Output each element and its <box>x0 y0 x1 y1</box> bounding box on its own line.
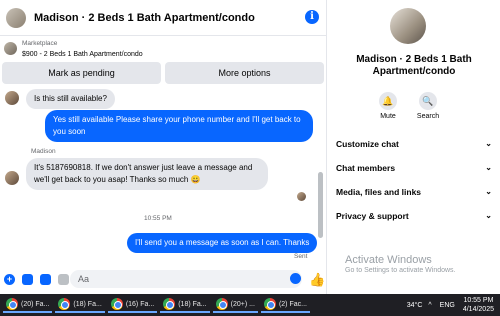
listing-price: $900 - 2 Beds 1 Bath Apartment/condo <box>22 51 143 58</box>
taskbar-app[interactable]: (16) Fa... <box>107 297 158 313</box>
taskbar-app-label: (16) Fa... <box>125 300 155 308</box>
search-action[interactable]: 🔍 Search <box>408 92 448 120</box>
taskbar-app[interactable]: (20+) ... <box>212 297 258 313</box>
mute-label: Mute <box>380 113 396 120</box>
taskbar-app[interactable]: (18) Fa... <box>160 297 210 313</box>
language-indicator[interactable]: ENG <box>440 302 455 309</box>
taskbar-app-label: (2) Fac... <box>278 300 307 308</box>
mute-action[interactable]: 🔔 Mute <box>368 92 408 120</box>
chevron-up-icon[interactable]: ^ <box>428 302 431 309</box>
read-receipt-avatar <box>297 192 306 201</box>
chat-panel: Madison · 2 Beds 1 Bath Apartment/condo … <box>0 0 327 294</box>
outgoing-message: Yes still available Please share your ph… <box>45 110 313 142</box>
search-icon: 🔍 <box>419 92 437 110</box>
taskbar-app-label: (20+) ... <box>230 300 255 308</box>
chat-title[interactable]: Madison · 2 Beds 1 Bath Apartment/condo <box>34 12 255 24</box>
chrome-icon <box>110 298 123 310</box>
marketplace-label: Marketplace <box>22 40 58 47</box>
system-tray: 34°C ^ ENG 10:55 PM 4/14/2025 <box>407 294 500 316</box>
windows-taskbar: (20) Fa... (18) Fa... (16) Fa... (18) Fa… <box>0 294 500 316</box>
clock[interactable]: 10:55 PM 4/14/2025 <box>463 296 494 314</box>
taskbar-app[interactable]: (20) Fa... <box>3 297 53 313</box>
listing-thumbnail <box>4 42 17 55</box>
media-files-links-row[interactable]: Media, files and links ⌄ <box>336 185 496 199</box>
chat-header: Madison · 2 Beds 1 Bath Apartment/condo … <box>0 0 327 36</box>
listing-photo <box>390 8 426 44</box>
chevron-down-icon: ⌄ <box>485 139 492 148</box>
taskbar-app-label: (18) Fa... <box>178 300 207 308</box>
row-label: Customize chat <box>336 139 399 149</box>
customize-chat-row[interactable]: Customize chat ⌄ <box>336 137 496 151</box>
plus-icon[interactable]: + <box>4 273 15 285</box>
chevron-down-icon: ⌄ <box>485 163 492 172</box>
row-label: Privacy & support <box>336 211 409 221</box>
sender-avatar <box>5 171 19 185</box>
sticker-icon[interactable] <box>40 273 51 285</box>
marketplace-listing[interactable]: Marketplace $900 - 2 Beds 1 Bath Apartme… <box>0 36 327 62</box>
composer: + Aa 👍 <box>0 266 327 292</box>
chrome-icon <box>215 298 228 310</box>
outgoing-message: I'll send you a message as soon as I can… <box>127 233 318 253</box>
incoming-message: It's 5187690818. If we don't answer just… <box>26 158 268 190</box>
weather-temp[interactable]: 34°C <box>407 302 423 309</box>
gif-icon[interactable] <box>58 273 69 285</box>
details-sidebar: Madison · 2 Beds 1 Bath Apartment/condo … <box>328 0 500 294</box>
taskbar-app[interactable]: (2) Fac... <box>260 297 310 313</box>
conversation-name: Madison · 2 Beds 1 Bath Apartment/condo <box>356 54 472 77</box>
taskbar-app[interactable]: (18) Fa... <box>55 297 105 313</box>
chat-members-row[interactable]: Chat members ⌄ <box>336 161 496 175</box>
more-options-button[interactable]: More options <box>165 62 324 84</box>
search-label: Search <box>416 113 440 120</box>
sender-name: Madison <box>31 148 56 155</box>
chrome-icon <box>58 298 71 310</box>
emoji-icon[interactable] <box>290 273 301 284</box>
thumbs-up-icon[interactable]: 👍 <box>309 272 325 288</box>
sender-avatar <box>5 91 19 105</box>
clock-time: 10:55 PM <box>463 297 494 304</box>
activate-windows-title: Activate Windows <box>345 254 432 266</box>
chrome-icon <box>6 298 18 310</box>
chevron-down-icon: ⌄ <box>485 187 492 196</box>
message-input[interactable]: Aa <box>70 270 302 288</box>
bell-icon: 🔔 <box>379 92 397 110</box>
privacy-support-row[interactable]: Privacy & support ⌄ <box>336 209 496 223</box>
incoming-message: Is this still available? <box>26 89 115 109</box>
listing-actions: Mark as pending More options <box>2 62 324 84</box>
activate-windows-subtitle: Go to Settings to activate Windows. <box>345 267 456 274</box>
camera-icon[interactable] <box>22 273 33 285</box>
clock-date: 4/14/2025 <box>462 306 494 313</box>
thread-scrollbar[interactable] <box>318 172 323 238</box>
listing-avatar[interactable] <box>6 7 26 28</box>
chrome-icon <box>163 298 176 310</box>
message-status: Sent <box>294 253 308 260</box>
chevron-down-icon: ⌄ <box>485 211 492 220</box>
row-label: Media, files and links <box>336 187 422 197</box>
mark-as-pending-button[interactable]: Mark as pending <box>2 62 161 84</box>
taskbar-app-label: (20) Fa... <box>21 300 50 308</box>
taskbar-app-label: (18) Fa... <box>73 300 102 308</box>
info-icon[interactable]: i <box>305 10 319 24</box>
message-thread[interactable]: Is this still available? Yes still avail… <box>0 85 327 265</box>
chrome-icon <box>263 298 276 310</box>
messenger-window: Madison · 2 Beds 1 Bath Apartment/condo … <box>0 0 500 294</box>
row-label: Chat members <box>336 163 396 173</box>
timestamp: 10:55 PM <box>144 215 172 222</box>
